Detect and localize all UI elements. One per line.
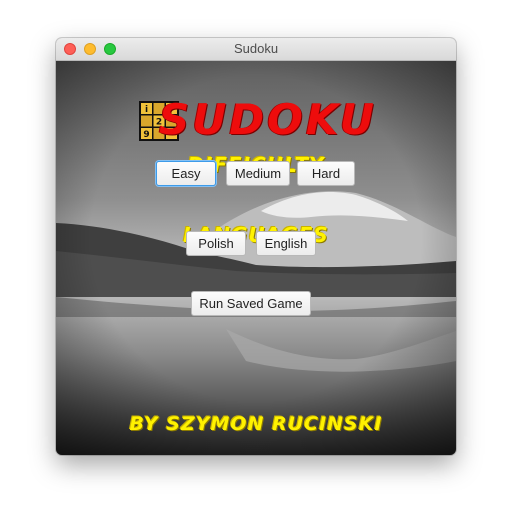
english-button[interactable]: English xyxy=(256,231,316,256)
sudoku-window: Sudoku i 2 9 SUDOKU Easy Medium Hard Pol… xyxy=(56,38,456,455)
window-title: Sudoku xyxy=(233,41,279,56)
run-saved-game-button[interactable]: Run Saved Game xyxy=(191,291,311,316)
polish-button[interactable]: Polish xyxy=(186,231,246,256)
title-bar[interactable]: Sudoku xyxy=(56,38,456,61)
main-menu: i 2 9 SUDOKU DIFFICULTY Easy Medium Hard… xyxy=(56,61,456,455)
medium-button[interactable]: Medium xyxy=(226,161,290,186)
author-credit: BY SZYMON RUCINSKI xyxy=(129,413,383,435)
easy-button[interactable]: Easy xyxy=(156,161,216,186)
hard-button[interactable]: Hard xyxy=(297,161,355,186)
app-title: SUDOKU xyxy=(158,95,378,144)
